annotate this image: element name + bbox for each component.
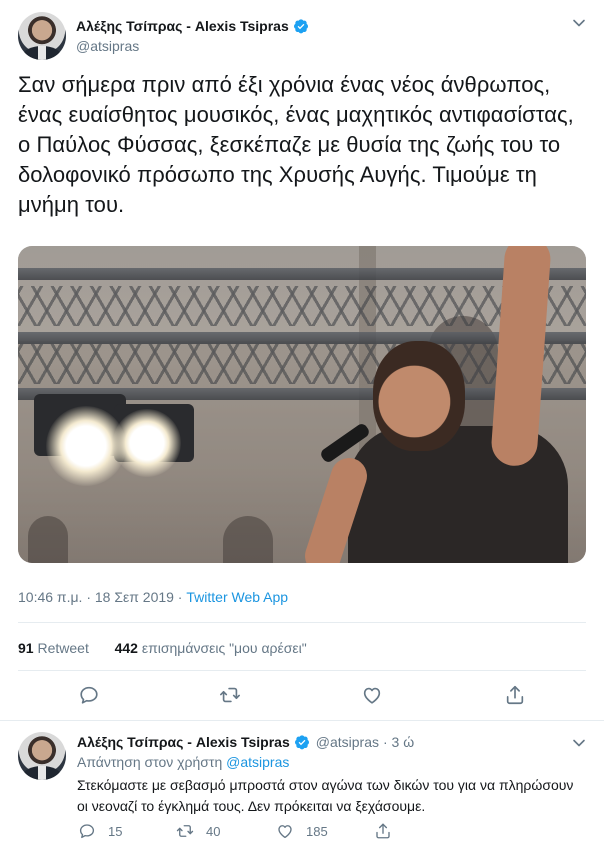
source-app-link[interactable]: Twitter Web App	[186, 589, 288, 605]
reply-avatar[interactable]	[18, 732, 66, 780]
reply-icon	[78, 684, 100, 706]
timestamp-text[interactable]: 10:46 π.μ. · 18 Σεπ 2019 ·	[18, 589, 186, 605]
reply-time[interactable]: · 3 ώ	[383, 734, 414, 750]
retweet-button[interactable]	[219, 684, 241, 706]
reply-button[interactable]: 15	[78, 822, 122, 840]
replying-to-label: Απάντηση στον χρήστη	[77, 754, 227, 770]
share-button[interactable]	[504, 684, 526, 706]
retweet-button[interactable]: 40	[176, 822, 220, 840]
retweet-stat[interactable]: 91 Retweet	[18, 640, 89, 656]
display-name[interactable]: Αλέξης Τσίπρας - Alexis Tsipras	[76, 18, 289, 34]
like-stat[interactable]: 442 επισημάνσεις "μου αρέσει"	[115, 640, 307, 656]
chevron-down-icon[interactable]	[572, 736, 586, 750]
retweet-icon	[219, 684, 241, 706]
divider	[18, 622, 586, 623]
replying-to: Απάντηση στον χρήστη @atsipras	[77, 754, 289, 770]
divider	[0, 720, 604, 721]
share-button[interactable]	[374, 822, 392, 840]
like-stat-label: επισημάνσεις "μου αρέσει"	[141, 640, 307, 656]
tweet-text: Σαν σήμερα πριν από έξι χρόνια ένας νέος…	[18, 72, 574, 217]
divider	[18, 670, 586, 671]
share-icon	[374, 822, 392, 840]
reply-tweet-text: Στεκόμαστε με σεβασμό μπροστά στον αγώνα…	[77, 777, 574, 814]
author-handle[interactable]: @atsipras	[76, 38, 139, 54]
replying-to-mention[interactable]: @atsipras	[226, 754, 289, 770]
verified-icon	[293, 18, 309, 34]
reply-retweet-count: 40	[206, 823, 221, 839]
author-name-row[interactable]: Αλέξης Τσίπρας - Alexis Tsipras	[76, 18, 309, 34]
reply-display-name[interactable]: Αλέξης Τσίπρας - Alexis Tsipras	[77, 734, 290, 750]
share-icon	[504, 684, 526, 706]
reply-author-row: Αλέξης Τσίπρας - Alexis Tsipras @atsipra…	[77, 734, 414, 750]
retweet-stat-label: Retweet	[37, 640, 89, 656]
retweet-count: 91	[18, 640, 34, 656]
reply-handle[interactable]: @atsipras	[316, 734, 379, 750]
reply-count: 15	[108, 823, 123, 839]
reply-icon	[78, 822, 96, 840]
tweet-timestamp: 10:46 π.μ. · 18 Σεπ 2019 · Twitter Web A…	[18, 589, 288, 605]
like-count: 442	[114, 640, 138, 656]
like-icon	[276, 822, 294, 840]
retweet-icon	[176, 822, 194, 840]
reply-button[interactable]	[78, 684, 100, 706]
like-button[interactable]	[361, 684, 383, 706]
tweet-actions	[0, 684, 604, 710]
avatar[interactable]	[18, 12, 66, 60]
like-button[interactable]: 185	[276, 822, 328, 840]
like-icon	[361, 684, 383, 706]
chevron-down-icon[interactable]	[572, 16, 586, 30]
reply-actions: 15 40 185	[0, 822, 604, 848]
reply-like-count: 185	[306, 823, 328, 839]
tweet-photo[interactable]	[18, 246, 586, 563]
engagement-stats: 91 Retweet 442 επισημάνσεις "μου αρέσει"	[18, 640, 307, 656]
verified-icon	[294, 734, 310, 750]
